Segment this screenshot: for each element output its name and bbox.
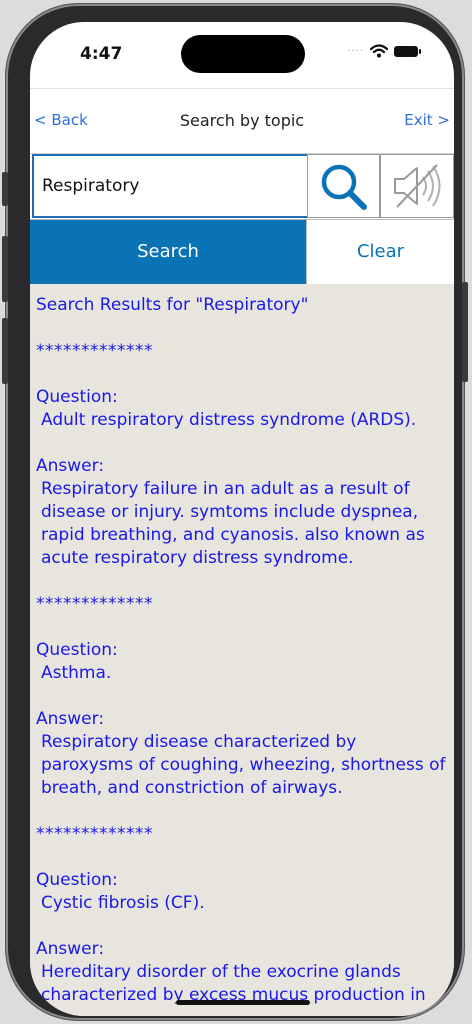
- volume-down-button: [2, 318, 8, 384]
- magnifier-icon: [321, 164, 367, 210]
- status-icons: ····: [347, 44, 421, 58]
- question-label: Question:: [36, 640, 118, 660]
- result-separator: *************: [36, 341, 153, 361]
- question-text: Asthma.: [41, 663, 112, 683]
- answer-text: Respiratory failure in an adult as a res…: [41, 479, 425, 568]
- search-row: [30, 153, 454, 219]
- action-row: Search Clear: [30, 219, 454, 285]
- search-button[interactable]: Search: [30, 220, 306, 284]
- answer-label: Answer:: [36, 709, 105, 729]
- search-input[interactable]: [32, 154, 322, 218]
- wifi-icon: [370, 44, 388, 58]
- result-separator: *************: [36, 594, 153, 614]
- search-results[interactable]: Search Results for "Respiratory" *******…: [30, 284, 454, 1016]
- device-frame: 4:47 ···· Search by topic < Back Exit >: [2, 4, 468, 1020]
- result-separator: *************: [36, 824, 153, 844]
- question-label: Question:: [36, 870, 118, 890]
- power-button: [462, 282, 468, 382]
- clear-button[interactable]: Clear: [306, 220, 454, 284]
- result-entry: Question: Asthma. Answer: Respiratory di…: [36, 639, 448, 800]
- cellular-dots-icon: ····: [347, 45, 364, 57]
- question-text: Cystic fibrosis (CF).: [41, 893, 205, 913]
- result-entry: Question: Cystic fibrosis (CF). Answer: …: [36, 869, 448, 1007]
- back-button[interactable]: < Back: [34, 111, 88, 129]
- answer-text: Respiratory disease characterized by par…: [41, 732, 446, 798]
- speaker-muted-icon: [394, 164, 441, 208]
- battery-icon: [394, 45, 421, 57]
- answer-label: Answer:: [36, 456, 105, 476]
- action-button: [2, 172, 8, 206]
- results-heading: Search Results for "Respiratory": [36, 295, 309, 315]
- home-indicator[interactable]: [176, 1000, 310, 1005]
- search-icon-button[interactable]: [307, 154, 380, 218]
- sound-toggle-button[interactable]: [380, 154, 454, 218]
- status-time: 4:47: [80, 44, 123, 64]
- navigation-bar: Search by topic < Back Exit >: [30, 88, 454, 154]
- screen: 4:47 ···· Search by topic < Back Exit >: [30, 22, 454, 1016]
- page-title: Search by topic: [179, 111, 305, 130]
- result-entry: Question: Adult respiratory distress syn…: [36, 386, 448, 570]
- exit-button[interactable]: Exit >: [404, 111, 450, 129]
- volume-up-button: [2, 236, 8, 302]
- question-text: Adult respiratory distress syndrome (ARD…: [41, 410, 417, 430]
- dynamic-island: [181, 35, 305, 73]
- answer-label: Answer:: [36, 939, 105, 959]
- status-bar: 4:47 ····: [30, 22, 454, 88]
- question-label: Question:: [36, 387, 118, 407]
